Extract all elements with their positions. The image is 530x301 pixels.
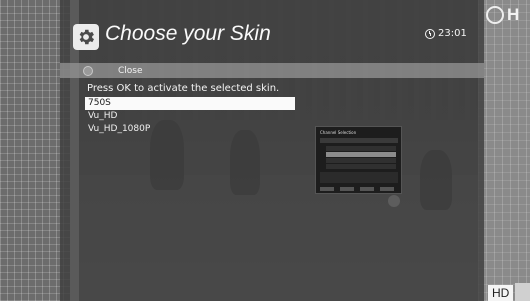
settings-gear-icon <box>73 24 99 50</box>
clock-icon <box>425 28 435 39</box>
goal-net-right <box>478 0 530 301</box>
close-button[interactable]: Close <box>118 66 143 76</box>
skin-item[interactable]: 750S <box>85 97 295 110</box>
skin-list: 750S Vu_HD Vu_HD_1080P <box>85 97 295 136</box>
preview-row <box>326 152 396 157</box>
clock-time: 23:01 <box>438 28 467 39</box>
logo-text: H <box>507 5 520 24</box>
preview-row <box>326 158 396 163</box>
preview-row <box>326 164 396 169</box>
clock: 23:01 <box>425 28 467 39</box>
instruction-text: Press OK to activate the selected skin. <box>87 83 280 94</box>
hd-badge: HD <box>488 285 514 301</box>
red-key-icon[interactable] <box>83 65 93 76</box>
preview-row <box>326 146 396 151</box>
skin-item[interactable]: Vu_HD <box>85 110 295 123</box>
channel-logo: H <box>486 5 519 25</box>
page-title: Choose your Skin <box>105 22 271 45</box>
preview-tabs <box>320 138 398 143</box>
preview-info <box>320 172 398 183</box>
hd-badge-tail <box>515 283 530 301</box>
preview-keys <box>320 187 398 191</box>
preview-header: Channel Selection <box>320 130 357 135</box>
logo-circle-icon <box>486 6 504 24</box>
skin-preview-thumbnail: Channel Selection <box>315 126 402 194</box>
skin-item[interactable]: Vu_HD_1080P <box>85 123 295 136</box>
button-bar: Close <box>60 63 484 78</box>
